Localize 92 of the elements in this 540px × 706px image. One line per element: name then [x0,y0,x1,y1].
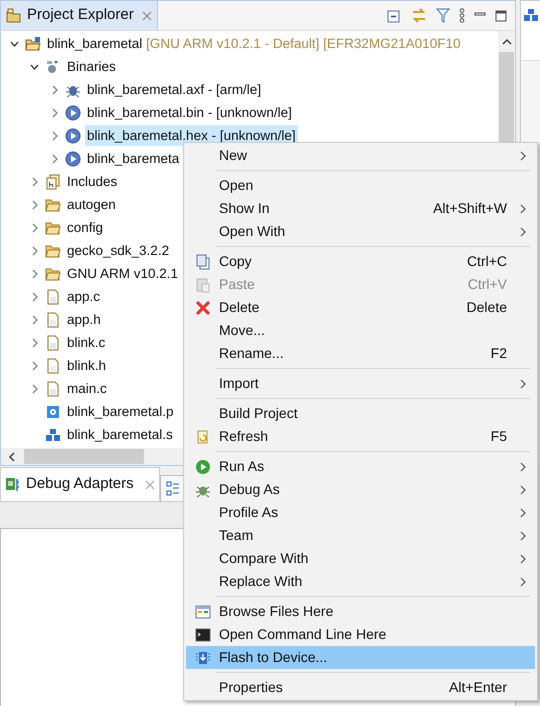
collapse-all-icon[interactable] [387,8,402,23]
project-explorer-tab[interactable]: Project Explorer [1,1,158,30]
menu-item[interactable]: Import [186,372,535,395]
close-icon[interactable] [142,10,152,20]
project-decoration: [GNU ARM v10.2.1 - Default] [EFR32MG21A010F10 [145,36,460,51]
tab-title: Project Explorer [27,5,134,26]
folder-icon [45,220,61,236]
menu-item[interactable]: Profile As [186,501,535,524]
tab-title: Debug Adapters [26,474,134,494]
tree-item[interactable]: blink_baremetal.s [65,424,175,445]
run-icon [194,458,210,474]
includes-icon [45,174,61,190]
tree-item[interactable]: blink_baremeta [85,148,182,169]
menu-item[interactable]: Copy Ctrl+C [186,250,535,273]
blocks-icon[interactable] [524,9,538,21]
tree-item[interactable]: app.c [65,286,102,307]
tree-item[interactable]: blink.h [65,355,108,376]
menu-item[interactable]: Run As [186,455,535,478]
terminal-icon [194,626,210,642]
menu-item[interactable]: Open [186,174,535,197]
chip-download-icon [194,650,210,666]
tree-item[interactable]: main.c [65,378,109,399]
source-file-icon [45,334,61,350]
menu-item[interactable]: Properties Alt+Enter [186,676,535,699]
submenu-caret-icon [520,576,526,586]
tree-item[interactable]: blink_baremetal.axf - [arm/le] [85,79,264,100]
project-folder-icon [25,36,41,52]
tree-item[interactable]: GNU ARM v10.2.1 [65,263,180,284]
submenu-caret-icon [520,484,526,494]
copy-icon [194,254,210,270]
menu-item[interactable]: Build Project [186,402,535,425]
tree-item[interactable]: Binaries [65,56,118,77]
tree-item[interactable]: blink.c [65,332,108,353]
tree-item[interactable]: Includes [65,171,120,192]
tree-item[interactable]: autogen [65,194,118,215]
folder-icon [45,242,61,258]
more-options-icon[interactable] [459,8,465,23]
submenu-caret-icon [520,530,526,540]
source-file-icon [45,312,61,328]
menu-item[interactable]: Flash to Device... [186,646,535,669]
play-circle-icon [65,150,81,166]
maximize-icon[interactable] [495,10,507,22]
menu-item[interactable]: Rename... F2 [186,342,535,365]
paste-icon [194,276,210,292]
menu-item[interactable]: Browse Files Here [186,600,535,623]
close-icon[interactable] [144,480,155,490]
folder-icon [45,196,61,212]
menu-item[interactable]: Debug As [186,478,535,501]
play-circle-icon [65,104,81,120]
tree-item[interactable]: gecko_sdk_3.2.2 [65,240,172,261]
submenu-caret-icon [520,508,526,518]
tree-item[interactable]: app.h [65,309,103,330]
tree-item[interactable]: blink_baremetal.bin - [unknown/le] [85,102,294,123]
menu-item[interactable]: Open Command Line Here [186,623,535,646]
submenu-caret-icon [520,204,526,214]
submenu-caret-icon [520,462,526,472]
menu-item[interactable]: Delete Delete [186,296,535,319]
submenu-caret-icon [520,226,526,236]
submenu-caret-icon [520,554,526,564]
menu-item[interactable]: Open With [186,220,535,243]
scroll-left-icon[interactable] [7,452,17,462]
play-circle-icon [65,128,81,144]
menu-item[interactable]: Replace With [186,570,535,593]
submenu-caret-icon [520,378,526,388]
source-file-icon [45,288,61,304]
scroll-up-icon[interactable] [502,37,512,47]
source-file-icon [45,380,61,396]
menu-item[interactable]: Refresh F5 [186,425,535,448]
tree-item[interactable]: blink_baremetal.p [65,401,176,422]
binaries-icon [45,58,61,74]
tree-item[interactable]: config [65,217,106,238]
browse-window-icon [194,604,210,620]
folder-icon [45,266,61,282]
delete-icon [194,300,210,316]
menu-item[interactable]: Move... [186,319,535,342]
submenu-caret-icon [520,150,526,160]
menu-item[interactable]: Show In Alt+Shift+W [186,197,535,220]
list-tree-icon [166,481,180,496]
debug-adapters-tab[interactable]: Debug Adapters [0,467,160,501]
chip-board-icon [5,476,21,492]
source-file-icon [45,358,61,374]
menu-item[interactable]: New [186,144,535,167]
blocks-icon [45,426,61,442]
tree-item[interactable]: blink_baremetal.hex - [unknown/le] [85,125,298,146]
folders-icon [6,8,22,24]
menu-item[interactable]: Team [186,524,535,547]
tree-item[interactable]: blink_baremetal [GNU ARM v10.2.1 - Default] [EFR32MG21A010F10 [45,33,462,54]
chip-gear-icon [45,404,61,420]
refresh-icon [194,428,210,444]
link-arrows-icon[interactable] [411,8,427,23]
menu-item[interactable]: Compare With [186,547,535,570]
filter-icon[interactable] [436,8,450,23]
